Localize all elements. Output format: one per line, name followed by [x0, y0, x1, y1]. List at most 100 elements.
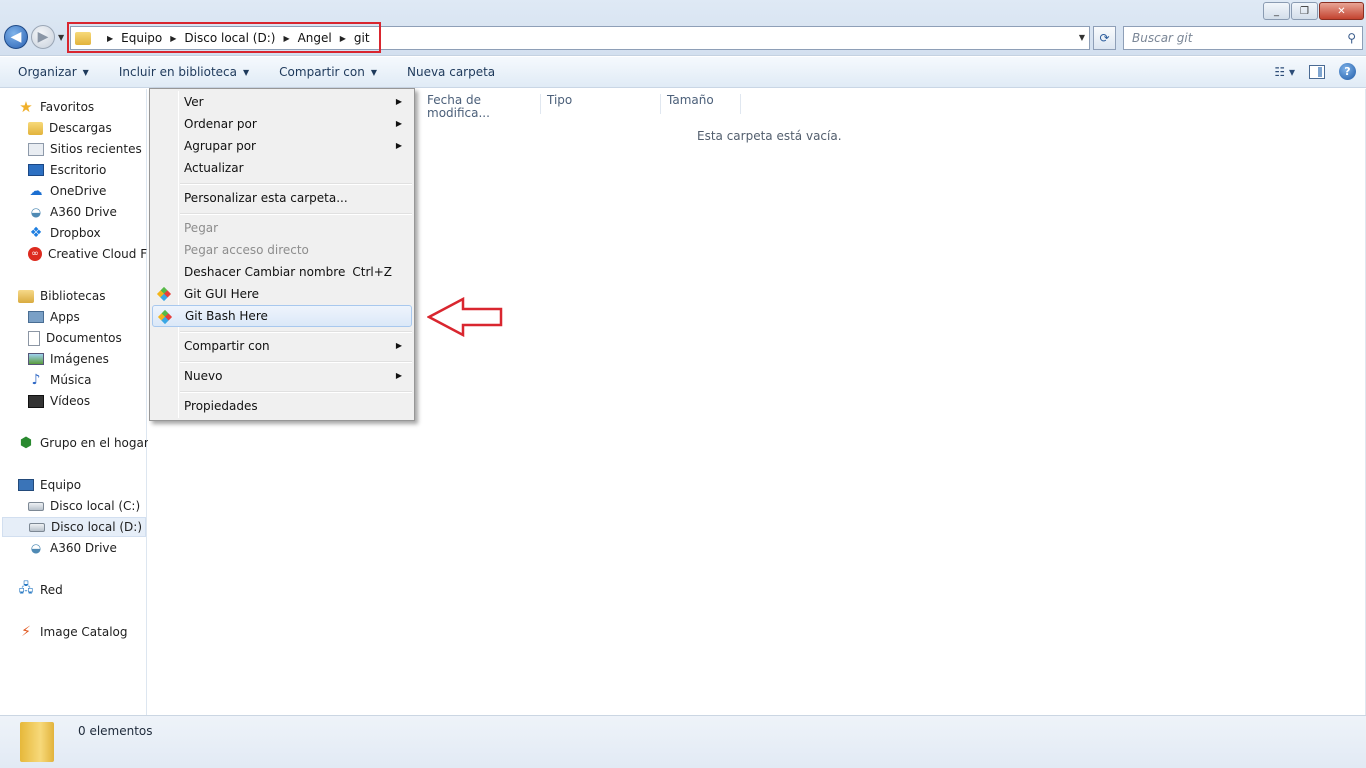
menu-item-actualizar[interactable]: Actualizar: [152, 157, 412, 179]
address-bar[interactable]: ▶ Equipo ▶ Disco local (D:) ▶ Angel ▶ gi…: [70, 26, 1090, 50]
sidebar-item-dropbox[interactable]: ❖ Dropbox: [28, 223, 101, 243]
sidebar-label: Escritorio: [50, 163, 107, 177]
menu-item-ordenar-por[interactable]: Ordenar por ▶: [152, 113, 412, 135]
sidebar-label: Disco local (D:): [51, 520, 143, 534]
red-arrow-annotation: [427, 297, 503, 337]
menu-label: Pegar acceso directo: [184, 243, 309, 257]
preview-pane-icon[interactable]: [1309, 64, 1325, 79]
new-folder-label: Nueva carpeta: [406, 65, 496, 79]
sidebar-label: Descargas: [49, 121, 112, 135]
title-bar: _ ❐ ✕ ◀ ▶ ▼ ▶ Equipo ▶ Disco local (D:) …: [0, 0, 1366, 56]
breadcrumb-equipo[interactable]: Equipo: [121, 31, 162, 45]
restore-button[interactable]: ❐: [1291, 2, 1318, 20]
menu-item-git-gui-here[interactable]: Git GUI Here: [152, 283, 412, 305]
dropbox-icon: ❖: [29, 225, 43, 241]
status-bar: 0 elementos: [0, 715, 1366, 768]
sidebar-item-creative-cloud[interactable]: ∞ Creative Cloud Files: [28, 244, 147, 264]
menu-separator: [180, 361, 412, 363]
menu-item-nuevo[interactable]: Nuevo ▶: [152, 365, 412, 387]
menu-item-agrupar-por[interactable]: Agrupar por ▶: [152, 135, 412, 157]
music-icon: ♪: [31, 372, 41, 388]
sidebar-item-disco-c[interactable]: Disco local (C:): [28, 496, 140, 516]
sidebar-item-red[interactable]: 🖧 Red: [18, 580, 63, 600]
sidebar-item-apps[interactable]: Apps: [28, 307, 80, 327]
breadcrumb-separator[interactable]: ▶: [170, 34, 176, 43]
recent-pages-dropdown[interactable]: ▼: [58, 33, 64, 42]
close-button[interactable]: ✕: [1319, 2, 1364, 20]
window-controls: _ ❐ ✕: [1263, 2, 1364, 20]
desktop-icon: [28, 164, 44, 176]
sidebar-item-musica[interactable]: ♪ Música: [28, 370, 92, 390]
documents-icon: [28, 330, 40, 346]
sidebar-item-onedrive[interactable]: ☁ OneDrive: [28, 181, 107, 201]
search-input[interactable]: Buscar git ⚲: [1123, 26, 1363, 50]
creative-cloud-icon: ∞: [28, 247, 42, 261]
apps-library-icon: [28, 311, 44, 323]
address-dropdown[interactable]: ▼: [1079, 33, 1085, 42]
navigation-pane: ★ Favoritos Descargas Sitios recientes Es…: [0, 89, 149, 715]
share-with-button[interactable]: Compartir con ▼: [261, 65, 389, 79]
local-disk-icon: [28, 501, 44, 511]
sidebar-label: Red: [40, 583, 63, 597]
git-icon: [157, 309, 173, 325]
include-library-button[interactable]: Incluir en biblioteca ▼: [101, 65, 261, 79]
menu-separator: [180, 391, 412, 393]
sidebar-item-image-catalog[interactable]: ⚡ Image Catalog: [18, 622, 127, 642]
column-header-size[interactable]: Tamaño: [661, 94, 741, 114]
image-catalog-icon: ⚡: [21, 624, 31, 640]
sidebar-label: Equipo: [40, 478, 82, 492]
organize-button[interactable]: Organizar ▼: [0, 65, 101, 79]
back-button[interactable]: ◀: [4, 25, 28, 49]
help-icon[interactable]: ?: [1339, 63, 1356, 80]
sidebar-label: Vídeos: [50, 394, 91, 408]
share-with-label: Compartir con: [279, 65, 365, 79]
sidebar-item-sitios-recientes[interactable]: Sitios recientes: [28, 139, 142, 159]
menu-item-deshacer[interactable]: Deshacer Cambiar nombre Ctrl+Z: [152, 261, 412, 283]
sidebar-item-a360-drive-computer[interactable]: ◒ A360 Drive: [28, 538, 117, 558]
homegroup-icon: ⬢: [19, 435, 33, 451]
star-icon: ★: [19, 98, 33, 116]
sidebar-item-documentos[interactable]: Documentos: [28, 328, 122, 348]
minimize-button[interactable]: _: [1263, 2, 1290, 20]
menu-label: Nuevo: [184, 369, 223, 383]
menu-item-git-bash-here[interactable]: Git Bash Here: [152, 305, 412, 327]
breadcrumb-angel[interactable]: Angel: [298, 31, 332, 45]
sidebar-label: Dropbox: [50, 226, 101, 240]
breadcrumb-disco-d[interactable]: Disco local (D:): [184, 31, 275, 45]
sidebar-label: A360 Drive: [50, 205, 117, 219]
context-menu: Ver ▶ Ordenar por ▶ Agrupar por ▶ Actualiza…: [149, 88, 415, 421]
menu-item-compartir-con[interactable]: Compartir con ▶: [152, 335, 412, 357]
sidebar-item-grupo-hogar[interactable]: ⬢ Grupo en el hogar: [18, 433, 149, 453]
breadcrumb-separator[interactable]: ▶: [340, 34, 346, 43]
menu-label: Git Bash Here: [185, 309, 268, 323]
breadcrumb-separator[interactable]: ▶: [283, 34, 289, 43]
sidebar-item-equipo[interactable]: Equipo: [18, 475, 81, 495]
git-icon: [156, 286, 172, 302]
change-view-icon[interactable]: ☷ ▾: [1274, 65, 1295, 79]
pictures-icon: [28, 353, 44, 365]
sidebar-item-favoritos[interactable]: ★ Favoritos: [18, 97, 94, 117]
refresh-button[interactable]: ⟳: [1093, 26, 1116, 50]
videos-icon: [28, 394, 44, 408]
breadcrumb-git[interactable]: git: [354, 31, 370, 45]
sidebar-item-bibliotecas[interactable]: Bibliotecas: [18, 286, 105, 306]
menu-label: Personalizar esta carpeta...: [184, 191, 348, 205]
sidebar-item-escritorio[interactable]: Escritorio: [28, 160, 106, 180]
breadcrumb-separator[interactable]: ▶: [107, 34, 113, 43]
menu-item-personalizar[interactable]: Personalizar esta carpeta...: [152, 187, 412, 209]
menu-item-propiedades[interactable]: Propiedades: [152, 395, 412, 417]
new-folder-button[interactable]: Nueva carpeta: [389, 65, 507, 79]
menu-label: Ordenar por: [184, 117, 257, 131]
search-icon[interactable]: ⚲: [1347, 31, 1356, 45]
sidebar-item-a360-drive[interactable]: ◒ A360 Drive: [28, 202, 117, 222]
sidebar-item-disco-d[interactable]: Disco local (D:): [2, 517, 146, 537]
submenu-arrow-icon: ▶: [395, 371, 402, 380]
menu-item-ver[interactable]: Ver ▶: [152, 91, 412, 113]
column-header-type[interactable]: Tipo: [541, 94, 661, 114]
sidebar-item-descargas[interactable]: Descargas: [28, 118, 112, 138]
sidebar-item-videos[interactable]: Vídeos: [28, 391, 90, 411]
column-header-date[interactable]: Fecha de modifica...: [421, 94, 541, 120]
sidebar-item-imagenes[interactable]: Imágenes: [28, 349, 109, 369]
forward-button[interactable]: ▶: [31, 25, 55, 49]
chevron-down-icon: ▼: [82, 67, 89, 77]
